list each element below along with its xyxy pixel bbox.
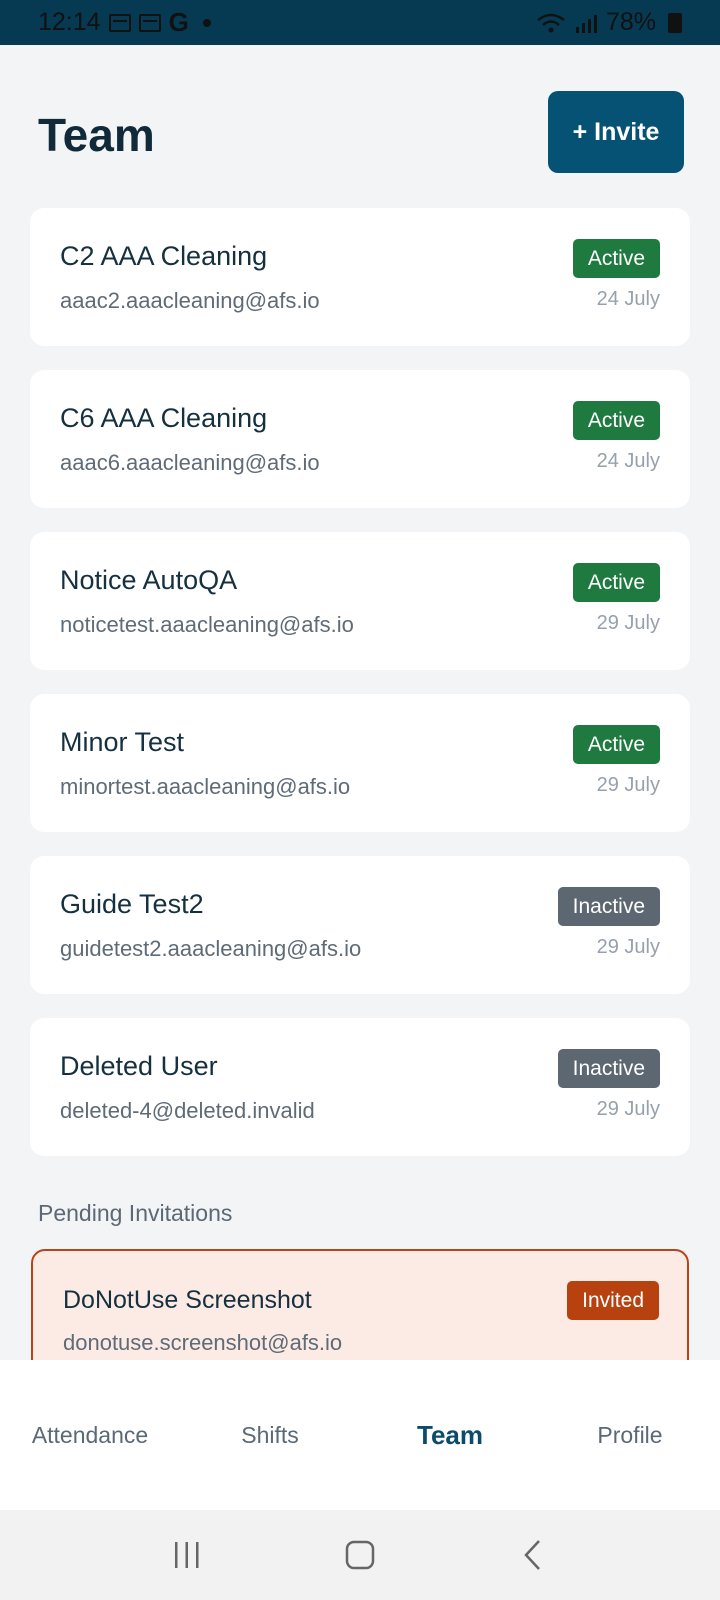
member-email: aaac2.aaacleaning@afs.io xyxy=(60,288,320,313)
home-icon xyxy=(345,1540,375,1570)
member-name: C2 AAA Cleaning xyxy=(60,241,268,271)
status-badge: Active xyxy=(572,239,660,278)
status-bar: 12:14 G 78% xyxy=(0,0,720,45)
status-badge: Inactive xyxy=(557,887,660,926)
member-card[interactable]: Minor Test minortest.aaacleaning@afs.io … xyxy=(30,694,690,832)
member-name: Guide Test2 xyxy=(60,889,204,919)
calendar-icon-2 xyxy=(138,13,161,32)
recent-apps-icon xyxy=(174,1542,199,1568)
status-bar-left: 12:14 G xyxy=(38,7,211,38)
system-nav-bar xyxy=(0,1510,720,1600)
member-name: Notice AutoQA xyxy=(60,565,238,595)
status-badge: Active xyxy=(572,563,660,602)
status-badge: Active xyxy=(572,401,660,440)
member-card[interactable]: Guide Test2 guidetest2.aaacleaning@afs.i… xyxy=(30,856,690,994)
member-date: 29 July xyxy=(596,1098,660,1120)
member-email: aaac6.aaacleaning@afs.io xyxy=(60,450,320,475)
calendar-icon xyxy=(108,13,131,32)
google-icon: G xyxy=(168,7,189,37)
nav-shifts[interactable]: Shifts xyxy=(180,1422,360,1449)
member-email: noticetest.aaacleaning@afs.io xyxy=(60,612,354,637)
member-date: 29 July xyxy=(596,936,660,958)
invite-button[interactable]: + Invite xyxy=(548,91,684,173)
header: Team + Invite xyxy=(0,45,720,205)
member-date: 24 July xyxy=(596,450,660,472)
member-list: C2 AAA Cleaning aaac2.aaacleaning@afs.io… xyxy=(30,208,690,1180)
invited-badge: Invited xyxy=(567,1281,659,1320)
member-card[interactable]: C6 AAA Cleaning aaac6.aaacleaning@afs.io… xyxy=(30,370,690,508)
bottom-nav: Attendance Shifts Team Profile xyxy=(0,1360,720,1510)
member-name: Minor Test xyxy=(60,727,185,757)
nav-team[interactable]: Team xyxy=(360,1420,540,1451)
wifi-icon xyxy=(537,13,565,32)
home-button[interactable] xyxy=(330,1525,390,1585)
pending-invitations-heading: Pending Invitations xyxy=(38,1200,233,1226)
member-date: 29 July xyxy=(596,612,660,634)
notification-dot-icon xyxy=(202,18,211,27)
back-icon xyxy=(524,1540,541,1570)
member-email: deleted-4@deleted.invalid xyxy=(60,1098,315,1123)
member-card[interactable]: Deleted User deleted-4@deleted.invalid I… xyxy=(30,1018,690,1156)
member-date: 29 July xyxy=(596,774,660,796)
member-name: Deleted User xyxy=(60,1051,218,1081)
clock: 12:14 xyxy=(38,8,101,36)
status-bar-right: 78% xyxy=(536,8,682,37)
page-title: Team xyxy=(38,109,155,161)
member-card[interactable]: Notice AutoQA noticetest.aaacleaning@afs… xyxy=(30,532,690,670)
battery-percent: 78% xyxy=(605,8,656,36)
status-badge: Inactive xyxy=(557,1049,660,1088)
invitee-name: DoNotUse Screenshot xyxy=(63,1286,312,1314)
member-card[interactable]: C2 AAA Cleaning aaac2.aaacleaning@afs.io… xyxy=(30,208,690,346)
back-button[interactable] xyxy=(503,1525,563,1585)
status-badge: Active xyxy=(572,725,660,764)
signal-icon xyxy=(575,14,597,33)
member-date: 24 July xyxy=(596,288,660,310)
member-email: minortest.aaacleaning@afs.io xyxy=(60,774,351,799)
nav-profile[interactable]: Profile xyxy=(540,1422,720,1449)
battery-icon xyxy=(668,12,682,33)
nav-attendance[interactable]: Attendance xyxy=(0,1422,180,1449)
invitee-email: donotuse.screenshot@afs.io xyxy=(63,1330,343,1355)
member-email: guidetest2.aaacleaning@afs.io xyxy=(60,936,362,961)
recent-apps-button[interactable] xyxy=(157,1525,217,1585)
member-name: C6 AAA Cleaning xyxy=(60,403,268,433)
